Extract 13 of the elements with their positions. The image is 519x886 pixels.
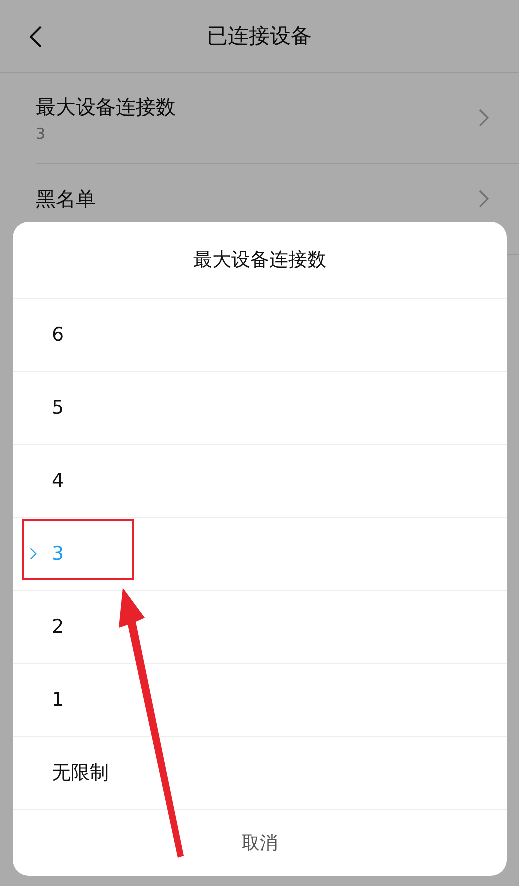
- setting-title: 黑名单: [36, 186, 97, 212]
- option-item[interactable]: 5: [13, 372, 507, 445]
- chevron-icon: [479, 109, 489, 127]
- setting-subtitle: 3: [36, 124, 47, 142]
- chevron-icon: [479, 190, 489, 208]
- cancel-button[interactable]: 取消: [13, 810, 507, 876]
- option-item[interactable]: 6: [13, 299, 507, 372]
- settings-row[interactable]: 最大设备连接数 3: [36, 73, 519, 164]
- screen-title: 已连接设备: [207, 23, 312, 50]
- sheet-title: 最大设备连接数: [13, 222, 507, 299]
- option-item[interactable]: 4: [13, 445, 507, 518]
- setting-title: 最大设备连接数: [36, 94, 177, 120]
- check-chevron-icon: [30, 548, 37, 560]
